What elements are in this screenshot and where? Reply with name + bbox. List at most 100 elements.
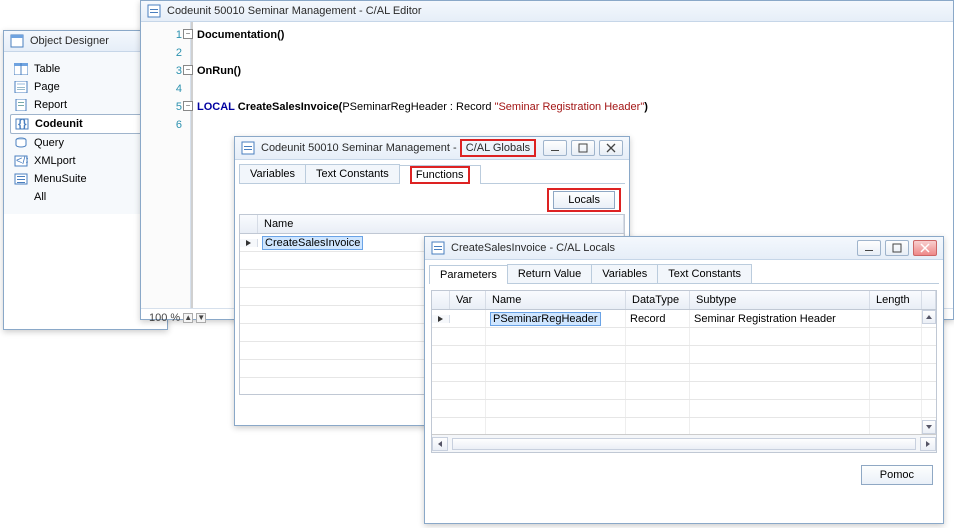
tab-variables[interactable]: Variables [239,164,306,183]
cell-datatype[interactable] [626,400,690,417]
code-line[interactable]: −Documentation() [197,26,947,44]
row-selector[interactable] [432,315,450,323]
scroll-up-icon[interactable] [922,310,936,324]
cell-subtype[interactable]: Seminar Registration Header [690,310,870,327]
column-header-length[interactable]: Length [870,291,922,309]
cell-var[interactable] [450,310,486,327]
cell-length[interactable] [870,328,922,345]
cell-length[interactable] [870,346,922,363]
object-type-label: MenuSuite [34,173,87,185]
code-line[interactable] [197,116,947,134]
cell-name[interactable] [486,418,626,434]
column-header-subtype[interactable]: Subtype [690,291,870,309]
code-line[interactable]: −LOCAL CreateSalesInvoice(PSeminarRegHea… [197,98,947,116]
maximize-icon[interactable] [885,240,909,256]
tab-functions[interactable]: Functions [399,165,481,184]
minimize-icon[interactable] [543,140,567,156]
cell-name[interactable]: PSeminarRegHeader [486,310,626,327]
cell-var[interactable] [450,346,486,363]
table-row[interactable] [432,364,936,382]
object-type-table[interactable]: Table [10,60,161,78]
tab-variables[interactable]: Variables [591,264,658,283]
table-row[interactable]: PSeminarRegHeader RecordSeminar Registrat… [432,310,936,328]
cell-datatype[interactable] [626,328,690,345]
help-button[interactable]: Pomoc [861,465,933,485]
cell-length[interactable] [870,418,922,434]
object-type-query[interactable]: Query [10,134,161,152]
cell-subtype[interactable] [690,400,870,417]
table-row[interactable] [432,418,936,434]
tab-text-constants[interactable]: Text Constants [657,264,752,283]
object-type-xmlport[interactable]: </>XMLport [10,152,161,170]
cell-var[interactable] [450,382,486,399]
cell-var[interactable] [450,418,486,434]
cell-length[interactable] [870,364,922,381]
cell-subtype[interactable] [690,418,870,434]
cell-datatype[interactable] [626,382,690,399]
column-header-name[interactable]: Name [486,291,626,309]
tab-parameters[interactable]: Parameters [429,265,508,284]
column-header-name[interactable]: Name [258,215,624,233]
close-icon[interactable] [599,140,623,156]
cell-editor[interactable]: PSeminarRegHeader [490,312,601,326]
cell-subtype[interactable] [690,364,870,381]
minimize-icon[interactable] [857,240,881,256]
table-row[interactable] [432,382,936,400]
scroll-right-icon[interactable] [920,437,936,451]
cell-datatype[interactable] [626,364,690,381]
object-type-codeunit[interactable]: {}Codeunit [10,114,161,134]
cell-subtype[interactable] [690,346,870,363]
close-icon[interactable] [913,240,937,256]
cal-locals-titlebar[interactable]: CreateSalesInvoice - C/AL Locals [425,237,943,260]
cell-name[interactable] [486,346,626,363]
globals-tabs: VariablesText ConstantsFunctions [239,164,625,184]
locals-button[interactable]: Locals [553,191,615,209]
maximize-icon[interactable] [571,140,595,156]
cell-datatype[interactable] [626,418,690,434]
cell-datatype[interactable] [626,346,690,363]
table-row[interactable] [432,400,936,418]
code-line[interactable]: −OnRun() [197,62,947,80]
fold-icon[interactable]: − [183,29,193,39]
fold-icon[interactable]: − [183,65,193,75]
column-header-var[interactable]: Var [450,291,486,309]
cell-name[interactable] [486,328,626,345]
cell-var[interactable] [450,364,486,381]
cell-name[interactable] [486,400,626,417]
code-line[interactable] [197,44,947,62]
cal-editor-titlebar[interactable]: Codeunit 50010 Seminar Management - C/AL… [141,1,953,22]
cell-subtype[interactable] [690,382,870,399]
cell-length[interactable] [870,310,922,327]
locals-grid-body[interactable]: PSeminarRegHeader RecordSeminar Registrat… [432,310,936,434]
scroll-left-icon[interactable] [432,437,448,451]
horizontal-scrollbar[interactable] [432,434,936,452]
code-token: () [277,29,284,41]
table-row[interactable] [432,346,936,364]
object-type-all[interactable]: All [10,188,161,206]
object-type-menusuite[interactable]: MenuSuite [10,170,161,188]
zoom-control[interactable]: 100 % ▲ ▼ [149,312,206,324]
object-type-report[interactable]: Report [10,96,161,114]
scroll-down-icon[interactable] [922,420,936,434]
cell-subtype[interactable] [690,328,870,345]
table-row[interactable] [432,328,936,346]
tab-text-constants[interactable]: Text Constants [305,164,400,183]
cell-var[interactable] [450,400,486,417]
cell-name[interactable] [486,382,626,399]
cal-globals-titlebar[interactable]: Codeunit 50010 Seminar Management - C/AL… [235,137,629,160]
cell-length[interactable] [870,382,922,399]
object-type-page[interactable]: Page [10,78,161,96]
cell-editor[interactable]: CreateSalesInvoice [262,236,363,250]
fold-icon[interactable]: − [183,101,193,111]
scroll-track[interactable] [452,438,916,450]
cell-name[interactable] [486,364,626,381]
cell-var[interactable] [450,328,486,345]
cell-datatype[interactable]: Record [626,310,690,327]
zoom-up[interactable]: ▲ [183,313,193,323]
code-line[interactable] [197,80,947,98]
zoom-down[interactable]: ▼ [196,313,206,323]
cell-length[interactable] [870,400,922,417]
row-selector[interactable] [240,239,258,247]
column-header-datatype[interactable]: DataType [626,291,690,309]
tab-return-value[interactable]: Return Value [507,264,592,283]
